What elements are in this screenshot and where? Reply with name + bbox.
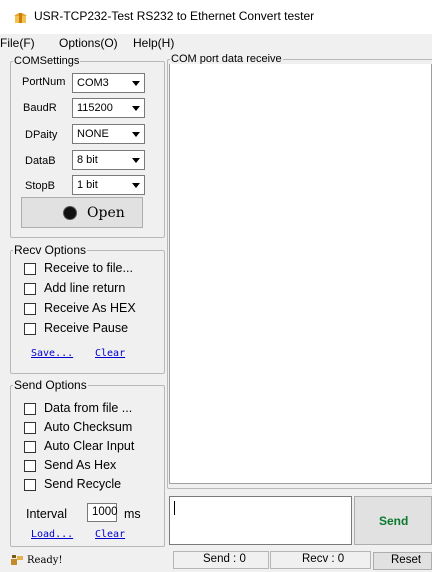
send-count: Send : 0 (203, 553, 246, 565)
checkbox-box (24, 460, 36, 472)
port-status-icon (64, 207, 76, 219)
stopbits-value: 1 bit (77, 179, 98, 191)
recv-count-panel: Recv : 0 (270, 551, 371, 569)
recv-count: Recv : 0 (302, 553, 345, 565)
receive-to-file-label: Receive to file... (44, 261, 133, 275)
main-client-area: COMSettings PortNum COM3 BaudR 115200 DP… (0, 52, 432, 572)
auto-checksum-label: Auto Checksum (44, 420, 133, 434)
load-link[interactable]: Load... (31, 529, 73, 540)
checkbox-box (24, 441, 36, 453)
reset-button-label: Reset (391, 554, 422, 566)
send-recycle-label: Send Recycle (44, 477, 122, 491)
stopbits-select[interactable]: 1 bit (72, 175, 145, 195)
baud-label: BaudR (23, 102, 57, 114)
open-port-label: Open (87, 205, 125, 221)
receive-pause-label: Receive Pause (44, 321, 129, 335)
receive-as-hex-label: Receive As HEX (44, 301, 136, 315)
interval-value: 1000 (92, 506, 118, 518)
parity-value: NONE (77, 128, 109, 140)
send-count-panel: Send : 0 (173, 551, 269, 569)
menu-file[interactable]: File(F) (0, 36, 35, 50)
chevron-down-icon (132, 81, 140, 86)
stopbits-label: StopB (25, 180, 55, 192)
text-caret (174, 501, 175, 515)
checkbox-box (24, 403, 36, 415)
ready-icon (11, 555, 23, 565)
send-button-label: Send (379, 514, 409, 528)
baud-select[interactable]: 115200 (72, 98, 145, 118)
com-settings-legend: COMSettings (14, 55, 80, 67)
databits-label: DataB (25, 155, 56, 167)
interval-input[interactable]: 1000 (87, 503, 118, 522)
send-clear-link[interactable]: Clear (95, 529, 125, 540)
port-select[interactable]: COM3 (72, 73, 145, 93)
app-icon (14, 13, 27, 23)
parity-select[interactable]: NONE (72, 124, 145, 144)
reset-button[interactable]: Reset (373, 552, 432, 570)
checkbox-box (24, 303, 36, 315)
status-bar: Ready! Send : 0 Recv : 0 Reset (0, 548, 432, 572)
open-port-button[interactable]: Open (21, 197, 143, 228)
interval-label: Interval (26, 507, 67, 521)
receive-data-area[interactable] (169, 64, 432, 484)
send-button[interactable]: Send (354, 496, 432, 545)
window-title: USR-TCP232-Test RS232 to Ethernet Conver… (34, 9, 315, 23)
databits-select[interactable]: 8 bit (72, 150, 145, 170)
parity-label: DPaity (25, 129, 58, 141)
recv-clear-link[interactable]: Clear (95, 348, 125, 359)
chevron-down-icon (132, 183, 140, 188)
data-from-file-label: Data from file ... (44, 401, 133, 415)
baud-value: 115200 (77, 102, 113, 114)
title-bar: USR-TCP232-Test RS232 to Ethernet Conver… (0, 0, 432, 34)
checkbox-box (24, 263, 36, 275)
chevron-down-icon (132, 106, 140, 111)
auto-clear-input-label: Auto Clear Input (44, 439, 135, 453)
menu-options[interactable]: Options(O) (59, 36, 118, 50)
send-input[interactable] (169, 496, 352, 545)
port-label: PortNum (22, 76, 66, 88)
databits-value: 8 bit (77, 154, 98, 166)
menu-help[interactable]: Help(H) (133, 36, 174, 50)
checkbox-box (24, 422, 36, 434)
chevron-down-icon (132, 132, 140, 137)
checkbox-box (24, 479, 36, 491)
add-line-return-label: Add line return (44, 281, 126, 295)
interval-unit: ms (124, 507, 141, 521)
chevron-down-icon (132, 158, 140, 163)
port-value: COM3 (77, 77, 109, 89)
checkbox-box (24, 283, 36, 295)
save-link[interactable]: Save... (31, 348, 73, 359)
menu-bar: File(F) Options(O) Help(H) (0, 34, 432, 52)
send-as-hex-label: Send As Hex (44, 458, 117, 472)
recv-options-legend: Recv Options (14, 243, 87, 257)
status-text: Ready! (27, 555, 63, 566)
send-options-legend: Send Options (14, 378, 87, 392)
checkbox-box (24, 323, 36, 335)
